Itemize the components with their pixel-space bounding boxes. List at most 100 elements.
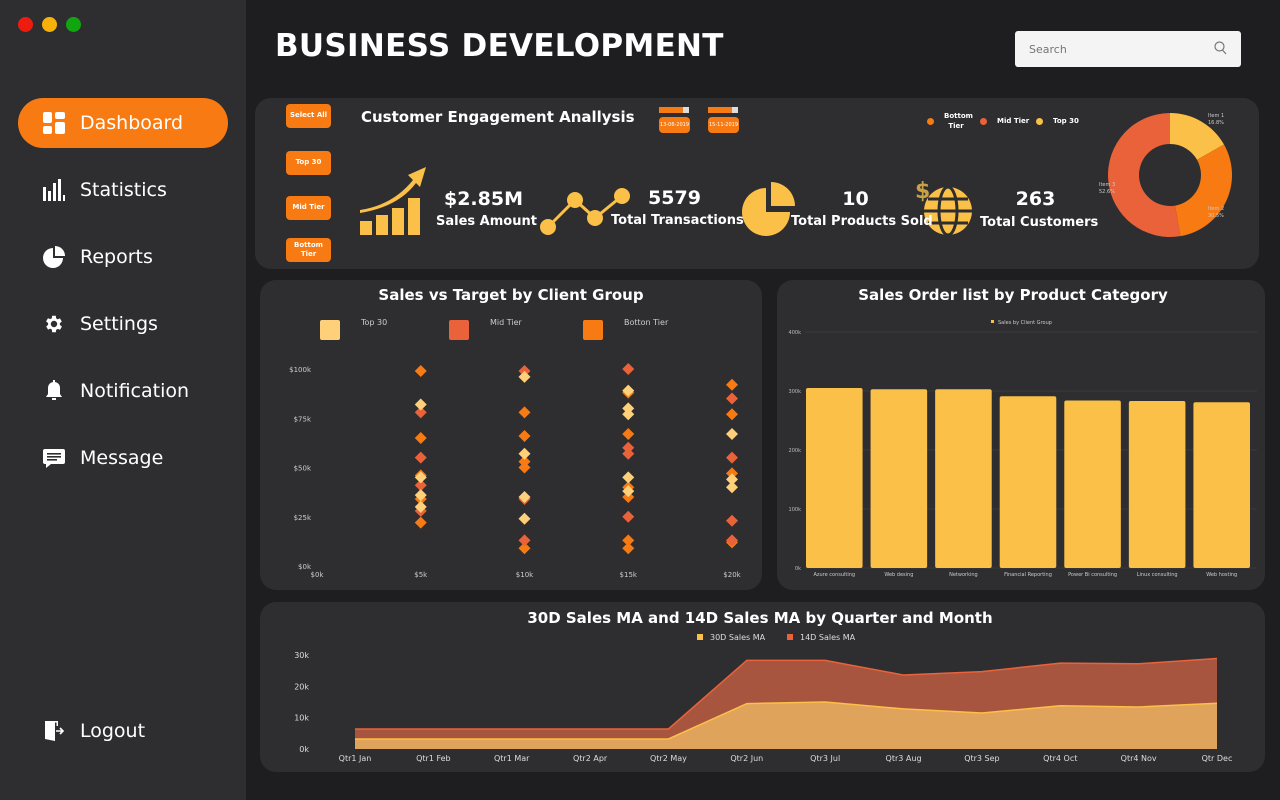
kpi-customers-value: 263 <box>1015 188 1056 210</box>
y-tick-label: 300k <box>789 389 802 395</box>
kpi-products-label: Total Products Sold <box>791 214 933 229</box>
y-tick-label: 200k <box>789 448 802 454</box>
x-tick-label: $15k <box>620 571 638 579</box>
bar <box>870 389 928 568</box>
bar <box>999 396 1057 568</box>
slice-value: 30.5% <box>1208 213 1224 219</box>
x-tick-label: $0k <box>311 571 325 579</box>
x-tick-label: Qtr2 Jun <box>730 754 763 763</box>
x-tick-label: $10k <box>516 571 534 579</box>
bar <box>1064 400 1121 568</box>
scatter-point <box>414 364 427 377</box>
sidebar-item-notification[interactable]: Notification <box>18 366 228 416</box>
scatter-point <box>622 363 635 375</box>
donut-slice <box>1175 144 1232 237</box>
page-title: BUSINESS DEVELOPMENT <box>275 28 724 64</box>
scatter-point <box>518 534 531 547</box>
logout-button[interactable]: Logout <box>18 706 228 756</box>
sidebar-item-dashboard[interactable]: Dashboard <box>18 98 228 148</box>
end-date-slider[interactable] <box>708 107 738 113</box>
y-tick-label: 0k <box>795 566 801 572</box>
y-tick-label: 100k <box>789 507 802 513</box>
scatter-point <box>726 451 738 464</box>
scatter-point <box>726 481 738 494</box>
scatter-point <box>414 516 427 529</box>
filter-bottom-tier-button[interactable]: Bottom Tier <box>286 238 331 262</box>
kpi-transactions-label: Total Transactions <box>611 213 744 228</box>
x-tick-label: Web hosting <box>1206 572 1237 578</box>
bell-icon <box>42 379 66 403</box>
x-tick-label: Qtr3 Aug <box>886 754 922 763</box>
scatter-point <box>518 512 531 525</box>
legend-label: Bottom Tier <box>944 112 973 130</box>
legend-label: Mid Tier <box>997 117 1030 125</box>
logout-icon <box>42 719 66 743</box>
legend-dot <box>980 117 987 125</box>
slice-label: Item 2 <box>1208 206 1224 212</box>
scatter-point <box>726 378 738 391</box>
slider-knob[interactable] <box>732 107 738 113</box>
x-tick-label: Qtr3 Jul <box>810 754 840 763</box>
y-tick-label: 30k <box>294 651 309 660</box>
bar <box>935 389 992 568</box>
bar-title: Sales Order list by Product Category <box>858 286 1168 304</box>
y-tick-label: 0k <box>299 745 309 754</box>
sidebar-item-message[interactable]: Message <box>18 433 228 483</box>
engagement-title: Customer Engagement Anallysis <box>361 108 635 126</box>
legend-bottom-tier: Bottom Tier <box>927 112 973 132</box>
legend-swatch <box>991 320 994 323</box>
scatter-point <box>622 428 635 441</box>
kpi-sales-amount-value: $2.85M <box>443 188 523 210</box>
sidebar-item-label: Dashboard <box>80 112 184 134</box>
scatter-point <box>414 451 427 464</box>
x-tick-label: Qtr2 May <box>650 754 687 763</box>
slice-label: Item 3 <box>1099 182 1115 188</box>
scatter-point <box>622 542 635 555</box>
legend-swatch <box>449 320 469 340</box>
kpi-sales-amount-label: Sales Amount <box>436 214 537 229</box>
sidebar-item-label: Message <box>80 447 164 469</box>
filter-top30-button[interactable]: Top 30 <box>286 151 331 175</box>
scatter-point <box>622 510 635 523</box>
scatter-point <box>414 471 427 484</box>
maximize-window-button[interactable] <box>66 17 81 32</box>
scatter-title: Sales vs Target by Client Group <box>378 286 644 304</box>
slider-knob[interactable] <box>683 107 689 113</box>
x-tick-label: $5k <box>414 571 428 579</box>
x-tick-label: Qtr Dec <box>1202 754 1233 763</box>
kpi-customers-label: Total Customers <box>980 215 1099 230</box>
x-tick-label: Qtr2 Apr <box>573 754 608 763</box>
scatter-point <box>518 429 531 442</box>
scatter-point <box>518 491 531 504</box>
search-box[interactable] <box>1015 31 1241 67</box>
minimize-window-button[interactable] <box>42 17 57 32</box>
scatter-point <box>518 406 531 419</box>
y-tick-label: $25k <box>294 514 312 522</box>
x-tick-label: Linux consulting <box>1137 572 1178 578</box>
line-chart-icon <box>540 188 630 235</box>
legend-label: 30D Sales MA <box>710 633 766 642</box>
sidebar-item-settings[interactable]: Settings <box>18 299 228 349</box>
start-date-slider[interactable] <box>659 107 689 113</box>
sidebar-item-reports[interactable]: Reports <box>18 232 228 282</box>
end-date-button[interactable]: 15-11-2019 <box>708 117 739 133</box>
y-tick-label: $100k <box>289 366 312 374</box>
sidebar: Dashboard Statistics Reports Settings No… <box>0 0 246 800</box>
close-window-button[interactable] <box>18 17 33 32</box>
legend-swatch <box>697 634 703 640</box>
search-input[interactable] <box>1029 42 1199 56</box>
start-date-button[interactable]: 13-06-2019 <box>659 117 690 133</box>
scatter-point <box>726 408 738 421</box>
x-tick-label: Azure consulting <box>813 572 855 578</box>
bar <box>1128 401 1186 568</box>
legend-swatch <box>787 634 793 640</box>
filter-mid-tier-button[interactable]: Mid Tier <box>286 196 331 220</box>
scatter-chart: $0k $25k $50k $75k $100k $0k $5k $10k $15k $20k <box>289 363 742 579</box>
growth-chart-icon <box>360 167 426 235</box>
scatter-point <box>726 392 738 405</box>
pie-chart-icon <box>42 245 66 269</box>
sidebar-item-statistics[interactable]: Statistics <box>18 165 228 215</box>
scatter-point <box>726 534 738 547</box>
filter-select-all-button[interactable]: Select All <box>286 104 331 128</box>
search-icon[interactable] <box>1214 40 1227 59</box>
